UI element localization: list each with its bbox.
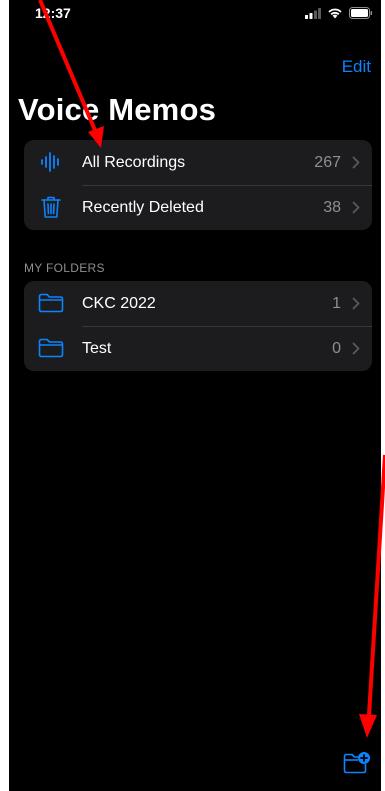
folder-item-label: CKC 2022 <box>82 294 156 312</box>
folder-icon <box>38 336 64 360</box>
chevron-right-icon <box>352 201 360 214</box>
folder-item-count: 0 <box>332 339 341 357</box>
section-header-my-folders: MY FOLDERS <box>24 261 105 275</box>
chevron-right-icon <box>352 297 360 310</box>
status-time: 12:37 <box>35 5 71 21</box>
battery-icon <box>349 7 373 19</box>
list-item-label: All Recordings <box>82 153 186 171</box>
list-item-all-recordings[interactable]: All Recordings 267 <box>24 140 372 185</box>
wifi-icon <box>328 8 342 19</box>
list-item-count: 38 <box>323 198 341 216</box>
folder-icon <box>38 291 64 315</box>
new-folder-icon[interactable] <box>343 751 371 775</box>
chevron-right-icon <box>352 156 360 169</box>
edit-button[interactable]: Edit <box>342 57 371 77</box>
voice-memos-screen: 12:37 Edit Voice Memos All Recordings 26… <box>9 0 381 791</box>
list-item-count: 267 <box>314 153 341 171</box>
list-item-label: Recently Deleted <box>82 198 204 216</box>
status-icons <box>305 7 373 19</box>
chevron-right-icon <box>352 342 360 355</box>
trash-icon <box>38 195 64 219</box>
cellular-signal-icon <box>305 7 321 19</box>
waveform-icon <box>38 150 64 174</box>
folder-item-label: Test <box>82 339 112 357</box>
page-title: Voice Memos <box>18 92 217 127</box>
library-list: All Recordings 267 Recently Deleted 38 <box>24 140 372 230</box>
list-item-recently-deleted[interactable]: Recently Deleted 38 <box>24 185 372 230</box>
folder-item-test[interactable]: Test 0 <box>24 326 372 371</box>
folders-list: CKC 2022 1 Test 0 <box>24 281 372 371</box>
folder-item-count: 1 <box>332 294 341 312</box>
folder-item-ckc-2022[interactable]: CKC 2022 1 <box>24 281 372 326</box>
